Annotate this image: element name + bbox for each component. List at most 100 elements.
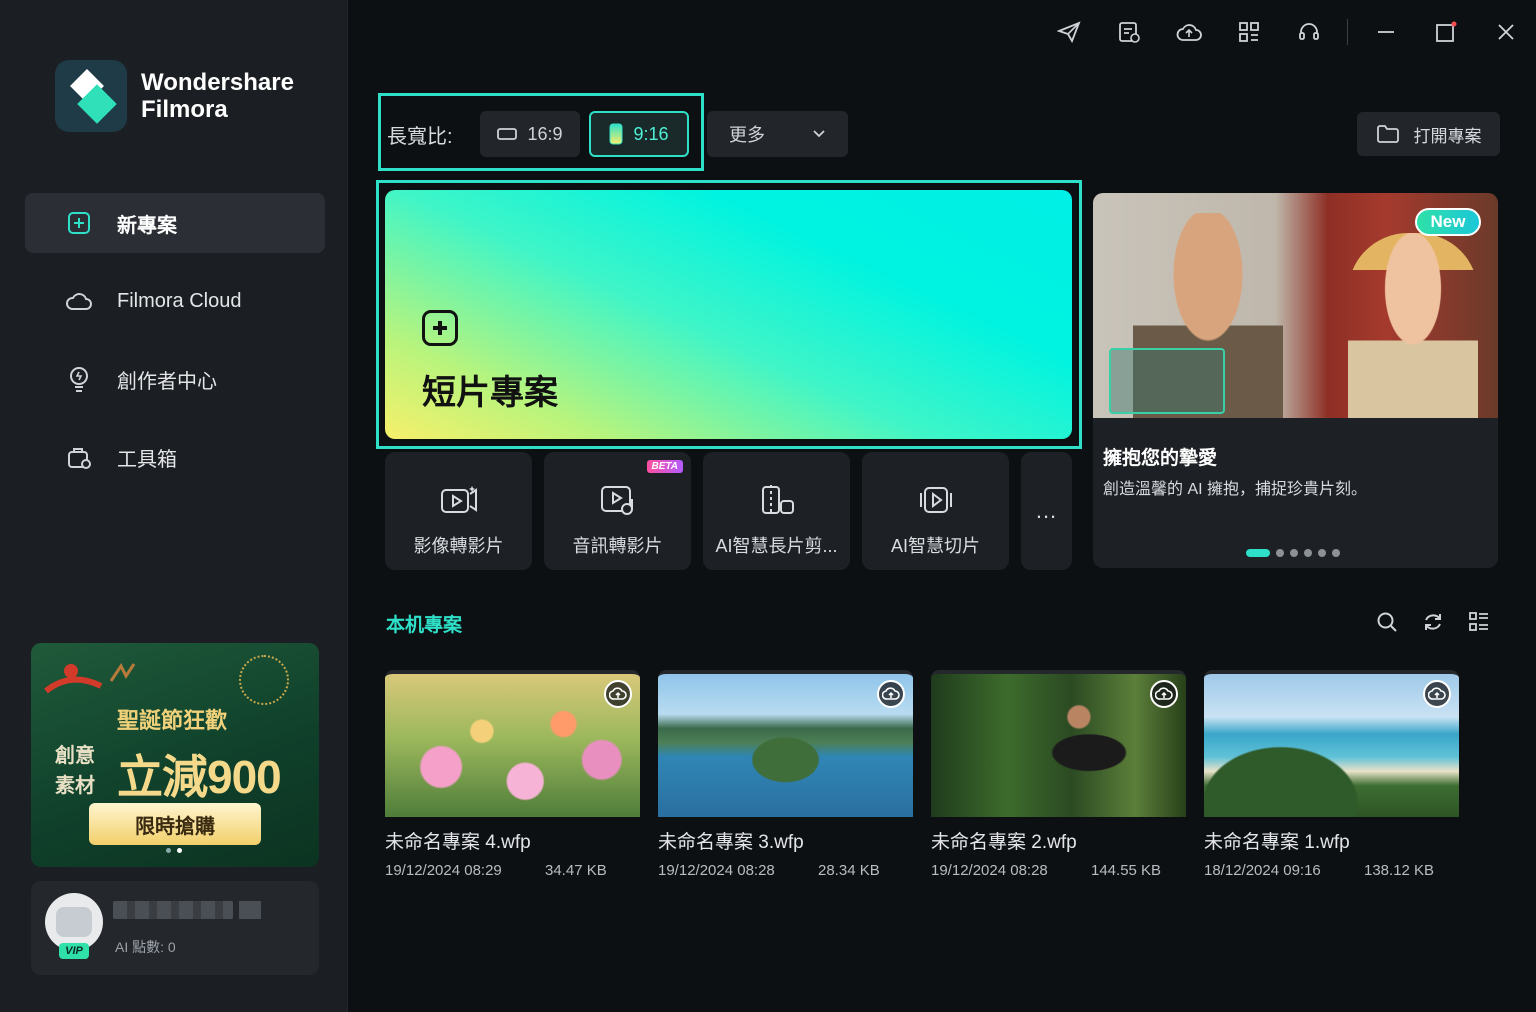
list-view-icon[interactable] [1456, 602, 1502, 642]
send-icon[interactable] [1039, 0, 1099, 64]
portrait-icon [609, 123, 623, 145]
project-card[interactable]: 未命名專案 1.wfp 18/12/2024 09:16 138.12 KB [1204, 670, 1459, 879]
project-date: 18/12/2024 09:16 [1204, 862, 1321, 879]
apps-grid-icon[interactable] [1219, 0, 1279, 64]
project-name: 未命名專案 1.wfp [1204, 832, 1350, 853]
banner-carousel-dots[interactable] [1246, 549, 1340, 557]
cloud-upload-icon[interactable] [1423, 680, 1451, 708]
hero-title: 短片專案 [422, 374, 558, 412]
tool-ai-long-video-cut[interactable]: AI智慧長片剪... [703, 452, 850, 570]
sidebar-item-new-project[interactable]: 新專案 [25, 193, 325, 253]
open-project-label: 打開專案 [1413, 126, 1482, 146]
sidebar-item-filmora-cloud[interactable]: Filmora Cloud [25, 271, 325, 331]
short-video-project-card[interactable]: 短片專案 [385, 190, 1072, 439]
ratio-16-9-button[interactable]: 16:9 [480, 111, 580, 157]
logo-text: Wondershare Filmora [141, 69, 294, 123]
project-thumbnail[interactable] [658, 670, 913, 817]
folder-icon [1376, 125, 1399, 143]
search-icon[interactable] [1364, 602, 1410, 642]
carousel-dot[interactable] [1290, 549, 1298, 557]
tasks-icon[interactable] [1099, 0, 1159, 64]
lightbulb-icon [65, 365, 93, 393]
sidebar-item-label: Filmora Cloud [117, 289, 242, 312]
project-size: 34.47 KB [545, 862, 607, 879]
carousel-dot[interactable] [1332, 549, 1340, 557]
landscape-icon [497, 128, 518, 140]
cloud-upload-icon[interactable] [877, 680, 905, 708]
cloud-icon [65, 287, 93, 315]
image-to-video-icon [439, 482, 479, 518]
robot-avatar-icon [56, 907, 92, 937]
tool-ai-smart-clip[interactable]: AI智慧切片 [862, 452, 1009, 570]
promo-buy-button[interactable]: 限時搶購 [89, 803, 261, 845]
carousel-dot[interactable] [1246, 549, 1270, 557]
promo-headline: 聖誕節狂歡 [117, 708, 228, 733]
cloud-upload-icon[interactable] [1159, 0, 1219, 64]
project-list-tools [1364, 602, 1502, 642]
more-tools-button[interactable]: ... [1021, 452, 1072, 570]
banner-subtitle: 創造溫馨的 AI 擁抱，捕捉珍貴片刻。 [1103, 481, 1368, 498]
tool-image-to-video[interactable]: 影像轉影片 [385, 452, 532, 570]
tool-label: AI智慧切片 [890, 536, 980, 556]
smart-clip-icon [916, 482, 956, 518]
promo-side-text: 創意素材 [55, 745, 95, 797]
refresh-icon[interactable] [1410, 602, 1456, 642]
carousel-dot[interactable] [1304, 549, 1312, 557]
project-card[interactable]: 未命名專案 3.wfp 19/12/2024 08:28 28.34 KB [658, 670, 913, 879]
user-card[interactable]: VIP AI 點數: 0 [31, 881, 319, 975]
long-video-cut-icon [757, 482, 797, 518]
username-redacted [239, 901, 261, 919]
local-projects-title: 本机專案 [386, 615, 463, 636]
beta-badge: BETA [646, 460, 683, 473]
tool-label: 影像轉影片 [413, 536, 504, 556]
christmas-promo-banner[interactable]: 聖誕節狂歡 創意素材 立減900 限時搶購 [31, 643, 319, 867]
minimize-icon[interactable] [1356, 0, 1416, 64]
ratio-label: 16:9 [527, 123, 563, 144]
cloud-upload-icon[interactable] [1150, 680, 1178, 708]
carousel-dot[interactable] [1276, 549, 1284, 557]
banner-source-thumbnail [1109, 348, 1225, 414]
tool-audio-to-video[interactable]: BETA 音訊轉影片 [544, 452, 691, 570]
project-date: 19/12/2024 08:29 [385, 862, 502, 879]
project-thumbnail[interactable] [931, 670, 1186, 817]
sidebar-item-toolbox[interactable]: 工具箱 [25, 427, 325, 487]
sidebar-item-label: 新專案 [117, 214, 177, 237]
sidebar-item-label: 工具箱 [117, 448, 177, 471]
project-card[interactable]: 未命名專案 2.wfp 19/12/2024 08:28 144.55 KB [931, 670, 1186, 879]
maximize-icon[interactable] [1416, 0, 1476, 64]
app-logo: Wondershare Filmora [55, 60, 294, 132]
open-project-button[interactable]: 打開專案 [1357, 112, 1500, 156]
sidebar: Wondershare Filmora 新專案 Filmora Cloud 創作… [0, 0, 348, 1012]
project-size: 144.55 KB [1091, 862, 1162, 879]
toolbox-icon [65, 443, 93, 471]
chevron-down-icon [813, 130, 825, 138]
project-thumbnail[interactable] [1204, 670, 1459, 817]
aspect-ratio-label: 長寬比: [387, 126, 453, 148]
banner-title: 擁抱您的摯愛 [1103, 448, 1218, 469]
carousel-dot[interactable] [1318, 549, 1326, 557]
ratio-label: 9:16 [633, 123, 669, 144]
promo-pagination [166, 848, 182, 853]
headset-icon[interactable] [1279, 0, 1339, 64]
more-ratios-dropdown[interactable]: 更多 [707, 111, 848, 157]
project-name: 未命名專案 4.wfp [385, 832, 531, 853]
project-size: 138.12 KB [1364, 862, 1435, 879]
tool-label: 音訊轉影片 [572, 536, 663, 556]
project-card[interactable]: 未命名專案 4.wfp 19/12/2024 08:29 34.47 KB [385, 670, 640, 879]
ai-points: AI 點數: 0 [115, 939, 176, 955]
project-name: 未命名專案 2.wfp [931, 832, 1077, 853]
feature-banner[interactable]: New 擁抱您的摯愛 創造溫馨的 AI 擁抱，捕捉珍貴片刻。 [1093, 193, 1498, 568]
project-name: 未命名專案 3.wfp [658, 832, 804, 853]
firework-icon [239, 655, 289, 705]
project-thumbnail[interactable] [385, 670, 640, 817]
logo-line2: Filmora [141, 96, 228, 123]
more-label: 更多 [729, 125, 765, 145]
new-project-icon [65, 209, 93, 237]
audio-to-video-icon [598, 482, 638, 518]
close-icon[interactable] [1476, 0, 1536, 64]
cloud-upload-icon[interactable] [604, 680, 632, 708]
tool-label: AI智慧長片剪... [715, 536, 838, 556]
sidebar-item-creator-hub[interactable]: 創作者中心 [25, 349, 325, 409]
ratio-9-16-button[interactable]: 9:16 [589, 111, 689, 157]
promo-discount: 立減900 [117, 751, 282, 803]
